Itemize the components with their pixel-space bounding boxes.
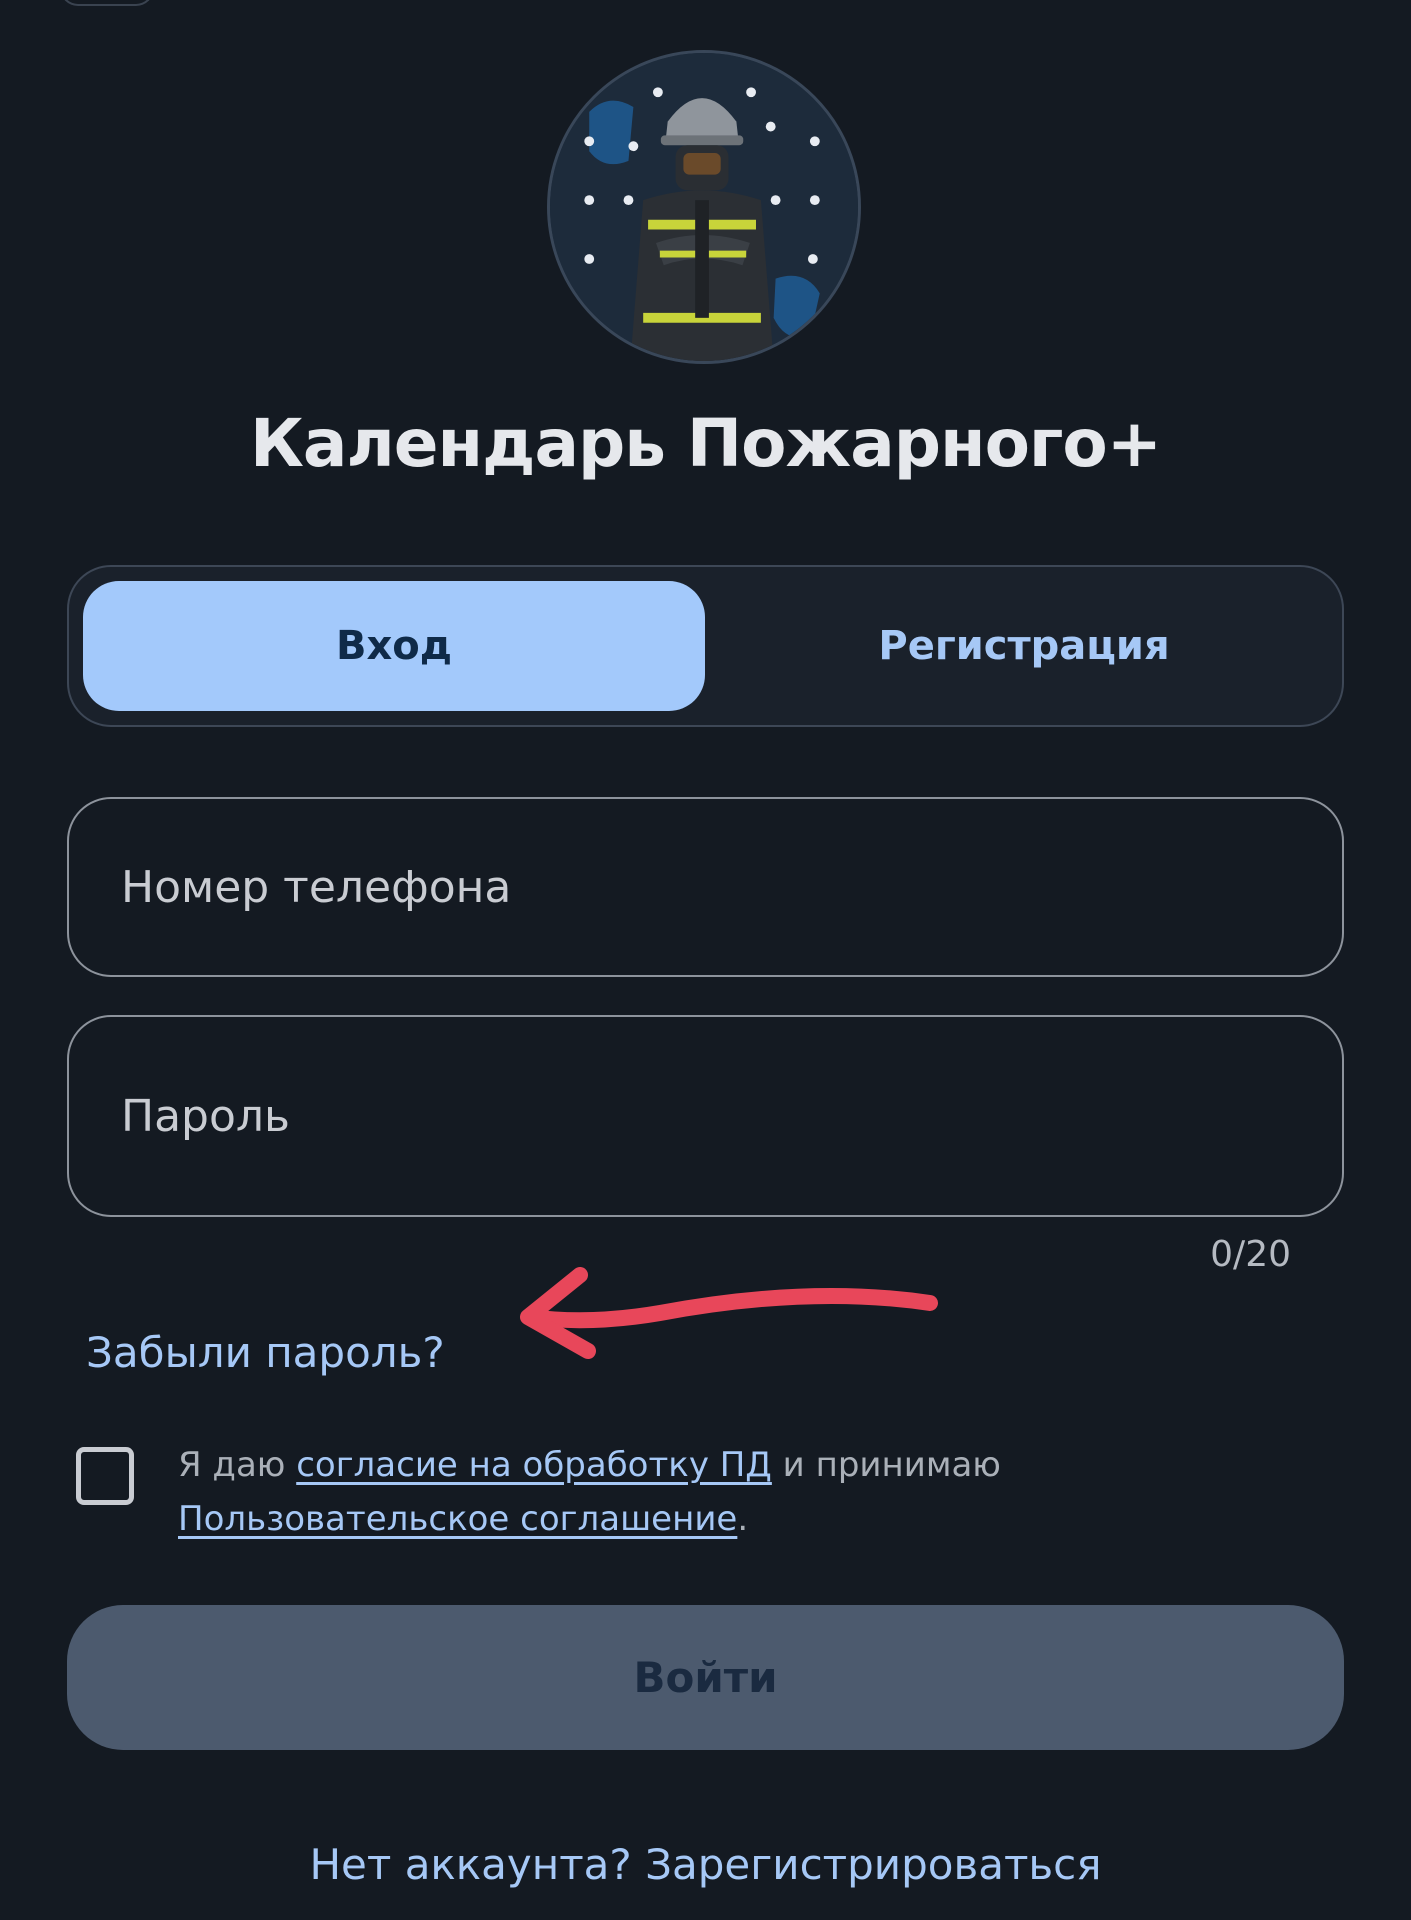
- login-submit-button[interactable]: Войти: [67, 1605, 1344, 1750]
- consent-text-middle: и принимаю: [771, 1445, 1001, 1485]
- forgot-password-link[interactable]: Забыли пароль?: [86, 1328, 445, 1377]
- auth-mode-switch: Вход Регистрация: [67, 565, 1344, 727]
- status-bar-fragment: [60, 0, 154, 6]
- consent-text-before: Я даю: [178, 1445, 297, 1485]
- tab-register[interactable]: Регистрация: [719, 581, 1329, 711]
- app-logo-avatar: [547, 50, 861, 364]
- signup-link[interactable]: Нет аккаунта? Зарегистрироваться: [0, 1840, 1411, 1889]
- password-input[interactable]: [69, 1017, 1342, 1215]
- consent-text-after: .: [737, 1499, 749, 1539]
- consent-checkbox[interactable]: [76, 1447, 134, 1505]
- consent-text: Я даю согласие на обработку ПД и принима…: [178, 1438, 1078, 1546]
- tab-login[interactable]: Вход: [83, 581, 705, 711]
- phone-input[interactable]: [69, 799, 1342, 975]
- password-char-counter: 0/20: [1210, 1234, 1291, 1275]
- pd-consent-link[interactable]: согласие на обработку ПД: [296, 1445, 772, 1485]
- app-title: Календарь Пожарного+: [249, 405, 1162, 482]
- password-field: [67, 1015, 1344, 1217]
- phone-field: [67, 797, 1344, 977]
- firefighter-icon: [550, 53, 858, 361]
- user-agreement-link[interactable]: Пользовательское соглашение: [178, 1499, 737, 1539]
- arrow-annotation-icon: [520, 1267, 938, 1359]
